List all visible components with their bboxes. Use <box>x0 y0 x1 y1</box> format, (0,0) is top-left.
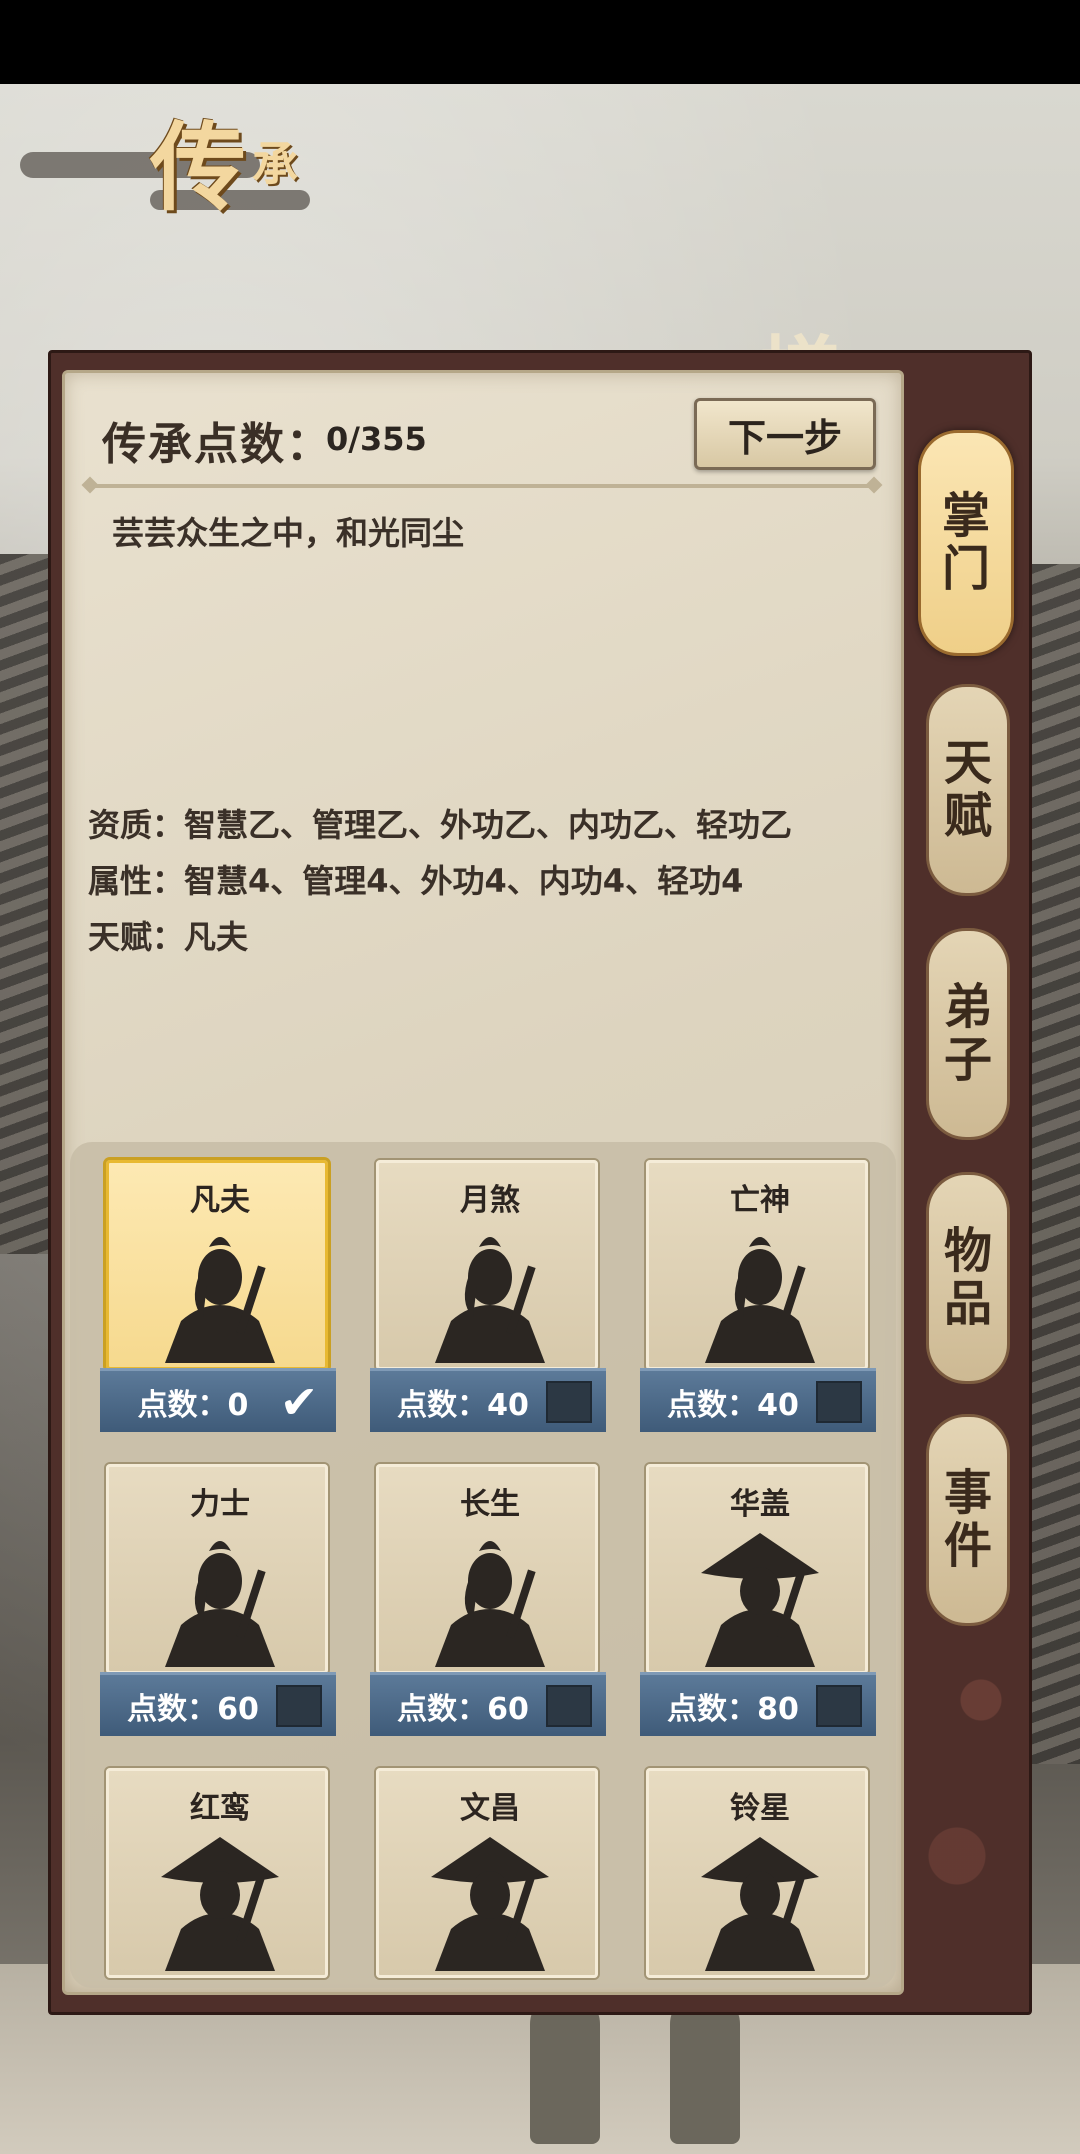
unchecked-checkbox[interactable] <box>816 1684 862 1727</box>
character-silhouette-icon <box>435 1541 545 1667</box>
header-divider <box>90 484 874 488</box>
next-step-label: 下一步 <box>727 414 842 460</box>
talent-card[interactable]: 亡神点数：40 <box>640 1160 876 1432</box>
talent-card-cost: 点数：40 <box>667 1387 799 1423</box>
side-tab-char: 品 <box>943 1276 992 1332</box>
points-label: 传承点数： <box>102 419 332 470</box>
talent-card-art: 文昌 <box>376 1768 598 1978</box>
side-tab-char: 弟 <box>943 979 992 1036</box>
unchecked-checkbox[interactable] <box>546 1380 592 1423</box>
unchecked-checkbox[interactable] <box>546 1684 592 1727</box>
motto-text: 芸芸众生之中，和光同尘 <box>112 514 465 552</box>
talent-card-name: 文昌 <box>460 1791 520 1826</box>
points-value: 0/355 <box>326 420 427 458</box>
talent-card-art: 华盖 <box>646 1464 868 1674</box>
title-small-char: 承 <box>252 137 298 191</box>
unchecked-checkbox[interactable] <box>276 1684 322 1727</box>
side-tab-char: 天 <box>943 735 992 792</box>
talent-card-name: 长生 <box>460 1487 520 1522</box>
character-silhouette-icon <box>701 1837 819 1971</box>
side-tab[interactable]: 掌门 <box>918 430 1014 656</box>
talent-card-cost: 点数：80 <box>667 1691 799 1727</box>
talent-card[interactable]: 力士点数：60 <box>100 1464 336 1736</box>
side-tab-char: 掌 <box>941 488 990 545</box>
next-step-button[interactable]: 下一步 <box>694 398 876 470</box>
talent-card-name: 亡神 <box>730 1183 790 1218</box>
talent-card[interactable]: 长生点数：60 <box>370 1464 606 1736</box>
checked-checkbox[interactable]: ✔ <box>276 1374 322 1429</box>
talent-card[interactable]: 凡夫点数：0 ✔ <box>100 1160 336 1432</box>
side-tab-char: 事 <box>943 1465 992 1522</box>
talent-card-name: 铃星 <box>730 1791 790 1826</box>
character-silhouette-icon <box>161 1837 279 1971</box>
attributes-line: 属性：智慧4、管理4、外功4、内功4、轻功4 <box>88 862 744 900</box>
talent-card-name: 凡夫 <box>190 1183 250 1218</box>
character-silhouette-icon <box>165 1237 275 1363</box>
talent-card-name: 力士 <box>190 1487 250 1522</box>
talent-card-cost-bar: 点数：60 <box>100 1672 336 1736</box>
character-silhouette-icon <box>431 1837 549 1971</box>
talent-card-art: 亡神 <box>646 1160 868 1370</box>
talent-card-art: 凡夫 <box>106 1160 328 1370</box>
character-silhouette-icon <box>435 1237 545 1363</box>
talent-card-art: 力士 <box>106 1464 328 1674</box>
side-tab[interactable]: 弟子 <box>926 928 1010 1140</box>
talent-card[interactable]: 铃星 <box>646 1768 868 2034</box>
checkmark-icon: ✔ <box>279 1374 319 1429</box>
side-tab-char: 物 <box>943 1223 992 1280</box>
side-tab-char: 子 <box>943 1032 992 1088</box>
talent-card-art: 铃星 <box>646 1768 868 1978</box>
talent-card-cost: 点数：60 <box>127 1691 259 1727</box>
talent-card[interactable]: 文昌 <box>376 1768 598 2034</box>
talent-card-cost: 点数：60 <box>397 1691 529 1727</box>
side-tab-char: 赋 <box>943 788 992 844</box>
side-tab[interactable]: 事件 <box>926 1414 1010 1626</box>
talent-card[interactable]: 华盖点数：80 <box>640 1464 876 1736</box>
talent-card-cost: 点数：0 <box>137 1387 249 1423</box>
character-silhouette-icon <box>701 1533 819 1667</box>
talent-card-cost-bar: 点数：60 <box>370 1672 606 1736</box>
talent-line: 天赋：凡夫 <box>88 918 249 956</box>
side-tab-char: 门 <box>941 541 990 597</box>
talent-card-art: 月煞 <box>376 1160 598 1370</box>
talent-card[interactable]: 月煞点数：40 <box>370 1160 606 1432</box>
talent-card-cost-bar: 点数：80 <box>640 1672 876 1736</box>
talent-card-cost-bar: 点数：40 <box>640 1368 876 1432</box>
talent-card-name: 华盖 <box>730 1487 790 1522</box>
unchecked-checkbox[interactable] <box>816 1380 862 1423</box>
roof-right <box>1030 564 1080 1764</box>
character-silhouette-icon <box>165 1541 275 1667</box>
aptitude-line: 资质：智慧乙、管理乙、外功乙、内功乙、轻功乙 <box>88 806 793 844</box>
inheritance-title: 传 承 <box>20 90 310 224</box>
talent-card-art: 长生 <box>376 1464 598 1674</box>
talent-card-name: 月煞 <box>460 1183 520 1218</box>
talent-card-art: 红鸾 <box>106 1768 328 1978</box>
talent-card-cost-bar: 点数：40 <box>370 1368 606 1432</box>
side-tab[interactable]: 物品 <box>926 1172 1010 1384</box>
talent-card-cost-bar: 点数：0 ✔ <box>100 1368 336 1432</box>
talent-card-name: 红鸾 <box>190 1791 250 1826</box>
talent-card-cost: 点数：40 <box>397 1387 529 1423</box>
character-silhouette-icon <box>705 1237 815 1363</box>
title-main-char: 传 <box>150 111 246 224</box>
side-tab-char: 件 <box>943 1518 992 1574</box>
side-tab[interactable]: 天赋 <box>926 684 1010 896</box>
talent-card[interactable]: 红鸾 <box>106 1768 328 2034</box>
